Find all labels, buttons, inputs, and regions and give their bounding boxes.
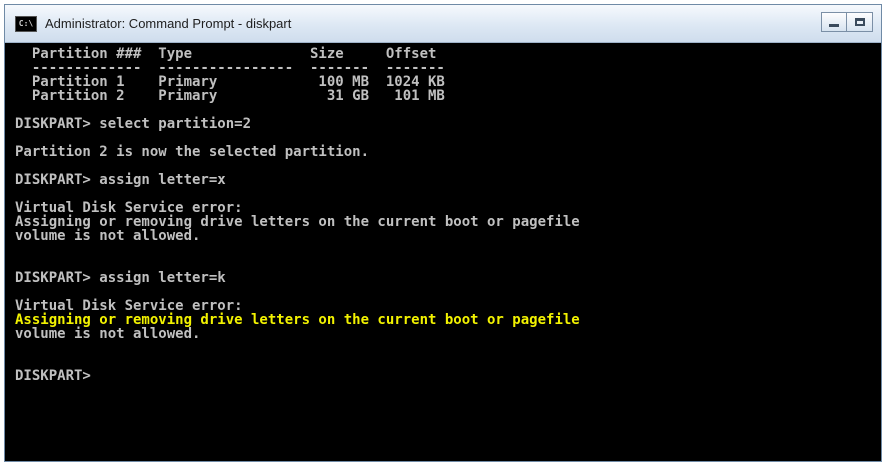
console-line: Assigning or removing drive letters on t… (15, 312, 580, 328)
console-line: Partition 2 Primary 31 GB 101 MB (15, 88, 445, 104)
console-line: Virtual Disk Service error: (15, 200, 243, 216)
console-line: Partition 2 is now the selected partitio… (15, 144, 370, 160)
console-output[interactable]: Partition ### Type Size Offset ---------… (5, 43, 881, 461)
console-line: DISKPART> (15, 368, 91, 384)
minimize-button[interactable] (821, 12, 847, 32)
maximize-icon (854, 18, 865, 26)
maximize-button[interactable] (847, 12, 873, 32)
console-line: DISKPART> assign letter=k (15, 270, 226, 286)
window-title: Administrator: Command Prompt - diskpart (45, 16, 292, 31)
window-controls (821, 12, 873, 32)
console-line: Virtual Disk Service error: (15, 298, 243, 314)
console-line: Assigning or removing drive letters on t… (15, 214, 580, 230)
console-line: Partition 1 Primary 100 MB 1024 KB (15, 74, 445, 90)
command-prompt-window: C:\ Administrator: Command Prompt - disk… (4, 4, 882, 462)
title-bar[interactable]: C:\ Administrator: Command Prompt - disk… (5, 5, 881, 43)
console-line: volume is not allowed. (15, 326, 201, 342)
console-line: DISKPART> assign letter=x (15, 172, 226, 188)
console-line: volume is not allowed. (15, 228, 201, 244)
console-line: ------------- ---------------- ------- -… (15, 60, 445, 76)
cmd-icon: C:\ (15, 15, 37, 32)
console-line: DISKPART> select partition=2 (15, 116, 252, 132)
console-line: Partition ### Type Size Offset (15, 46, 437, 62)
minimize-icon (829, 23, 839, 27)
